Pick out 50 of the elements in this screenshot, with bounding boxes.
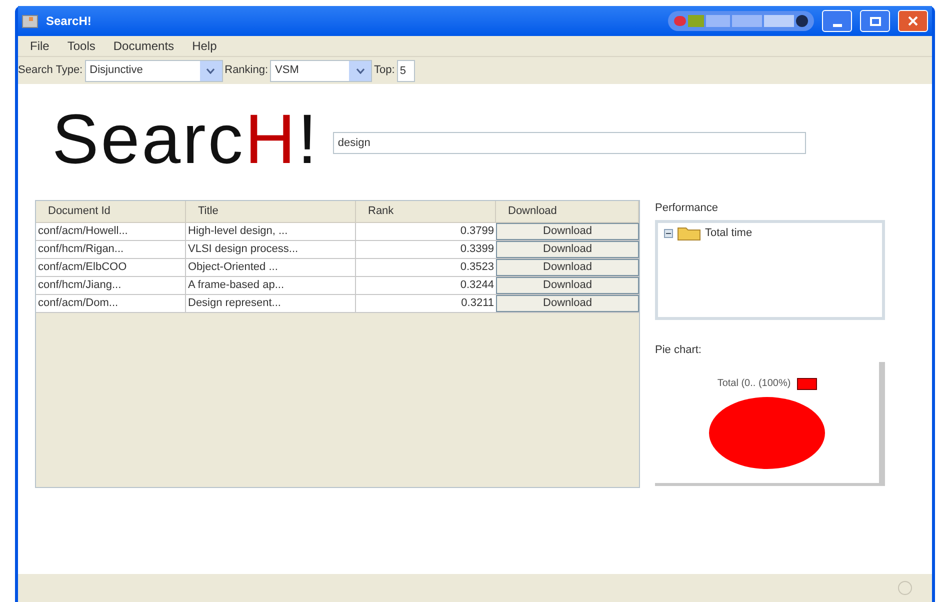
- table-cell: conf/acm/Dom...: [36, 295, 186, 312]
- table-cell-text: 0.3244: [459, 278, 495, 293]
- table-cell: Object-Oriented ...: [186, 259, 356, 276]
- performance-label: Performance: [655, 201, 719, 216]
- minimize-button[interactable]: [822, 10, 852, 32]
- close-icon: [908, 16, 918, 26]
- search-type-label: Search Type:: [18, 63, 83, 78]
- table-cell-text: 0.3523: [459, 260, 495, 275]
- table-cell-text: 0.3799: [459, 224, 495, 239]
- menu-item[interactable]: Help: [192, 37, 217, 55]
- menu-item[interactable]: File: [30, 37, 50, 55]
- ranking-dropdown[interactable]: VSM: [270, 60, 372, 82]
- close-button[interactable]: [898, 10, 928, 32]
- top-field[interactable]: 5: [396, 60, 415, 82]
- table-cell: High-level design, ...: [186, 223, 356, 240]
- app-icon: [22, 14, 38, 28]
- download-button[interactable]: Download: [496, 223, 639, 240]
- resize-grip-icon: [898, 581, 912, 595]
- logo: SearcH!: [52, 104, 319, 174]
- maximize-button[interactable]: [860, 10, 890, 32]
- tree-item[interactable]: Total time: [705, 225, 752, 242]
- folder-icon: [677, 225, 701, 242]
- table-cell: Design represent...: [186, 295, 356, 312]
- download-button[interactable]: Download: [496, 259, 639, 276]
- search-type-dropdown[interactable]: Disjunctive: [84, 60, 223, 82]
- download-button[interactable]: Download: [496, 241, 639, 258]
- table-cell: VLSI design process...: [186, 241, 356, 258]
- menu-item[interactable]: Tools: [67, 37, 96, 55]
- expand-toggle-icon[interactable]: [664, 228, 673, 238]
- column-header[interactable]: Title: [186, 201, 356, 222]
- column-header[interactable]: Rank: [356, 201, 496, 222]
- legend-label: Total (0.. (100%): [717, 377, 791, 391]
- column-header[interactable]: Download: [496, 201, 639, 222]
- table-cell: A frame-based ap...: [186, 277, 356, 294]
- menu-item[interactable]: Documents: [113, 37, 174, 55]
- ranking-label: Ranking:: [224, 63, 268, 78]
- legend-swatch: [796, 378, 817, 390]
- table-cell-text: 0.3399: [459, 242, 495, 257]
- download-button[interactable]: Download: [496, 295, 639, 312]
- table-cell: conf/acm/ElbCOO: [36, 259, 186, 276]
- column-header[interactable]: Document Id: [36, 201, 186, 222]
- table-cell: conf/hcm/Rigan...: [36, 241, 186, 258]
- search-field[interactable]: design: [332, 132, 806, 154]
- table-cell: conf/hcm/Jiang...: [36, 277, 186, 294]
- pie-chart-label: Pie chart:: [655, 343, 702, 358]
- download-button[interactable]: Download: [496, 277, 639, 294]
- table-cell: conf/acm/Howell...: [36, 223, 186, 240]
- top-label: Top:: [374, 63, 395, 78]
- window-title: SearcH!: [46, 13, 92, 30]
- table-cell-text: 0.3211: [460, 296, 495, 311]
